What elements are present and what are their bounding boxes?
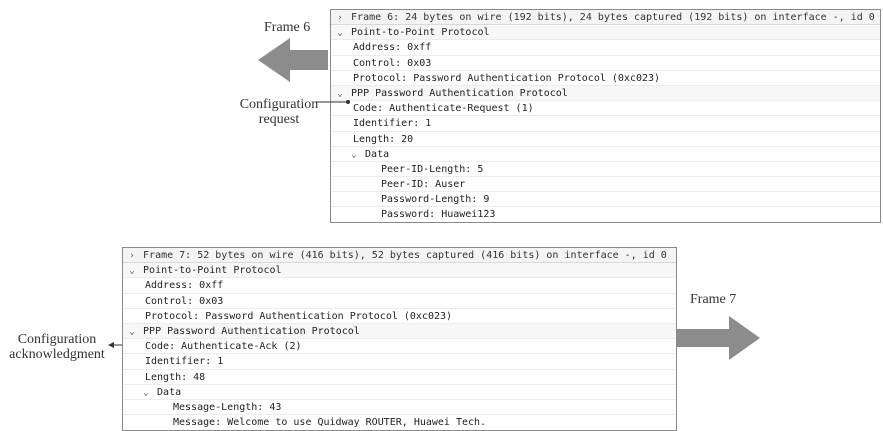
annotation-overlay [108,38,760,360]
config-request-pointer-dot [346,100,350,104]
left-block-arrow-icon [258,38,328,82]
config-ack-pointer-arrowhead-icon [108,342,114,348]
right-block-arrow-icon [677,316,760,360]
